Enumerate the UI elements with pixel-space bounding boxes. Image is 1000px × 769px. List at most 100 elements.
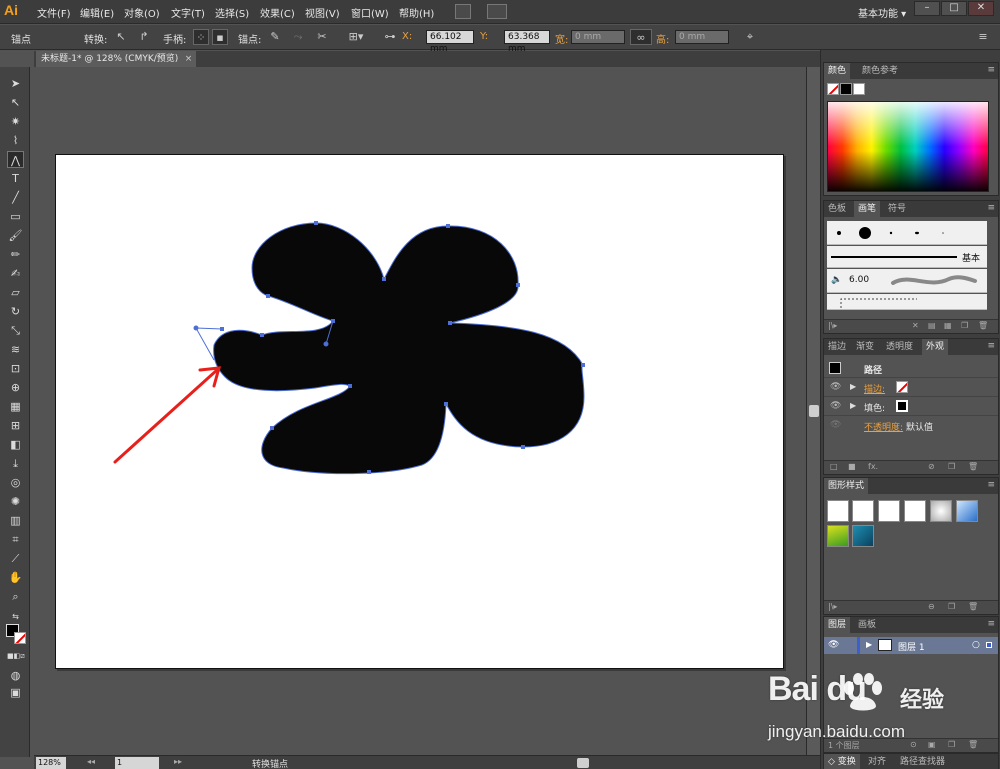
- scale-tool-icon[interactable]: ⤡: [7, 322, 24, 339]
- add-fill-icon[interactable]: ■: [848, 462, 856, 471]
- stroke-color-swatch[interactable]: [14, 632, 26, 644]
- tab-swatches[interactable]: 色板: [824, 201, 850, 217]
- width-field[interactable]: 0 mm: [571, 30, 625, 44]
- page-nav-prev-icon[interactable]: ◂◂: [87, 757, 95, 766]
- appearance-panel-menu-icon[interactable]: ≡: [987, 341, 995, 351]
- brush-options-icon[interactable]: ▤: [928, 321, 936, 330]
- page-field[interactable]: 1: [115, 757, 159, 769]
- menu-file[interactable]: 文件(F): [37, 5, 71, 20]
- direct-selection-tool-icon[interactable]: ↖: [7, 94, 24, 111]
- eye-icon[interactable]: 👁: [830, 401, 841, 411]
- menu-help[interactable]: 帮助(H): [399, 5, 434, 20]
- mesh-tool-icon[interactable]: ⊞: [7, 417, 24, 434]
- tab-brushes[interactable]: 画笔: [854, 201, 881, 217]
- duplicate-item-icon[interactable]: ❐: [948, 462, 955, 471]
- menu-type[interactable]: 文字(T): [171, 5, 205, 20]
- tab-color-guide[interactable]: 颜色参考: [858, 63, 902, 79]
- color-mode-icons[interactable]: ■◧⧄: [7, 648, 25, 665]
- appearance-stroke-row[interactable]: 👁 ▶ 描边:: [824, 378, 998, 397]
- eye-icon[interactable]: 👁: [828, 640, 839, 650]
- tab-graphic-styles[interactable]: 图形样式: [824, 478, 869, 494]
- stroke-swatch[interactable]: [896, 381, 908, 393]
- screen-mode-icon[interactable]: ▣: [7, 684, 24, 701]
- expand-triangle-icon[interactable]: ▶: [850, 401, 856, 410]
- draw-mode-icon[interactable]: ◍: [7, 667, 24, 684]
- close-button[interactable]: ✕: [968, 1, 994, 16]
- tab-artboards[interactable]: 画板: [854, 617, 880, 633]
- art-brush-row[interactable]: 🔈 6.00: [827, 269, 987, 293]
- isolate-icon[interactable]: ⊞▾: [345, 29, 367, 45]
- horizontal-scroll-thumb[interactable]: [577, 758, 589, 768]
- add-effect-icon[interactable]: fx.: [868, 462, 878, 471]
- cut-path-icon[interactable]: ✂: [314, 29, 330, 45]
- free-transform-tool-icon[interactable]: ⊡: [7, 360, 24, 377]
- new-brush-icon[interactable]: ❐: [961, 321, 968, 330]
- gradient-tool-icon[interactable]: ◧: [7, 436, 24, 453]
- expand-triangle-icon[interactable]: ▶: [866, 640, 872, 649]
- menu-effect[interactable]: 效果(C): [260, 5, 295, 20]
- vertical-scroll-thumb[interactable]: [809, 405, 819, 417]
- white-swatch[interactable]: [853, 83, 865, 95]
- tab-appearance[interactable]: 外观: [922, 339, 949, 355]
- convert-smooth-icon[interactable]: ↱: [136, 29, 152, 45]
- layer-row[interactable]: 👁 ▶ 图层 1 ○: [824, 637, 998, 654]
- selection-tool-icon[interactable]: ➤: [7, 75, 24, 92]
- delete-layer-icon[interactable]: 🗑: [968, 740, 978, 749]
- menu-view[interactable]: 视图(V): [305, 5, 340, 20]
- control-panel-menu-icon[interactable]: ≡: [975, 29, 991, 45]
- tab-stroke[interactable]: 描边: [824, 339, 850, 355]
- add-stroke-icon[interactable]: □: [830, 462, 838, 471]
- hand-tool-icon[interactable]: ✋: [7, 569, 24, 586]
- tab-gradient[interactable]: 渐变: [852, 339, 878, 355]
- connect-anchor-icon[interactable]: ⤳: [290, 29, 306, 45]
- none-swatch[interactable]: [827, 83, 839, 95]
- tab-symbols[interactable]: 符号: [884, 201, 910, 217]
- blob-brush-tool-icon[interactable]: ✍: [7, 265, 24, 282]
- swap-colors-icon[interactable]: ⇆: [7, 608, 24, 625]
- color-spectrum[interactable]: [827, 101, 989, 192]
- tab-transparency[interactable]: 透明度: [882, 339, 917, 355]
- graphic-style-blue-gloss[interactable]: [956, 500, 978, 522]
- bridge-icon[interactable]: [455, 4, 471, 19]
- magic-wand-tool-icon[interactable]: ✷: [7, 113, 24, 130]
- page-nav-next-icon[interactable]: ▸▸: [174, 757, 182, 766]
- color-panel-menu-icon[interactable]: ≡: [987, 65, 995, 75]
- basic-brush-row[interactable]: 基本: [827, 246, 987, 268]
- eraser-tool-icon[interactable]: ▱: [7, 284, 24, 301]
- document-tab[interactable]: 未标题-1* @ 128% (CMYK/预览) ×: [36, 51, 197, 67]
- graphic-style-shadow[interactable]: [930, 500, 952, 522]
- brush-tip-row[interactable]: [827, 221, 987, 245]
- transform-icon[interactable]: ⌖: [742, 29, 758, 45]
- fill-swatch[interactable]: [896, 400, 908, 412]
- brush-libraries-icon[interactable]: |\▸: [828, 321, 837, 330]
- artboard-tool-icon[interactable]: ⌗: [7, 531, 24, 548]
- break-link-icon[interactable]: ⊖: [928, 602, 935, 611]
- options-icon[interactable]: ▦: [944, 321, 952, 330]
- tab-layers[interactable]: 图层: [824, 617, 851, 633]
- delete-brush-icon[interactable]: 🗑: [978, 321, 988, 330]
- graphic-style-green-texture[interactable]: [827, 525, 849, 547]
- constrain-proportions-icon[interactable]: ∞: [630, 29, 652, 45]
- locate-object-icon[interactable]: ⊙: [910, 740, 917, 749]
- stroke-label[interactable]: 描边:: [864, 382, 885, 395]
- line-tool-icon[interactable]: ╱: [7, 189, 24, 206]
- brushes-panel-menu-icon[interactable]: ≡: [987, 203, 995, 213]
- appearance-fill-row[interactable]: 👁 ▶ 填色:: [824, 397, 998, 416]
- tab-color[interactable]: 颜色: [824, 63, 851, 79]
- eye-icon[interactable]: 👁: [830, 382, 841, 392]
- zoom-field[interactable]: 128%: [36, 757, 66, 769]
- x-field[interactable]: 66.102 mm: [426, 30, 474, 54]
- arrange-documents-icon[interactable]: [487, 4, 507, 19]
- clear-appearance-icon[interactable]: ⊘: [928, 462, 935, 471]
- y-field[interactable]: 63.368 mm: [504, 30, 550, 54]
- style-libraries-icon[interactable]: |\▸: [828, 602, 837, 611]
- tab-transform[interactable]: ◇ 变换: [824, 754, 860, 769]
- clipping-mask-icon[interactable]: ▣: [928, 740, 936, 749]
- eye-icon[interactable]: 👁: [830, 420, 841, 430]
- graphic-style-none[interactable]: [852, 500, 874, 522]
- workspace-switcher[interactable]: 基本功能 ▾: [858, 5, 906, 20]
- graphic-style-white[interactable]: [878, 500, 900, 522]
- slice-tool-icon[interactable]: ⟋: [7, 550, 24, 567]
- layer-name[interactable]: 图层 1: [898, 640, 925, 653]
- remove-anchor-icon[interactable]: ✎: [267, 29, 283, 45]
